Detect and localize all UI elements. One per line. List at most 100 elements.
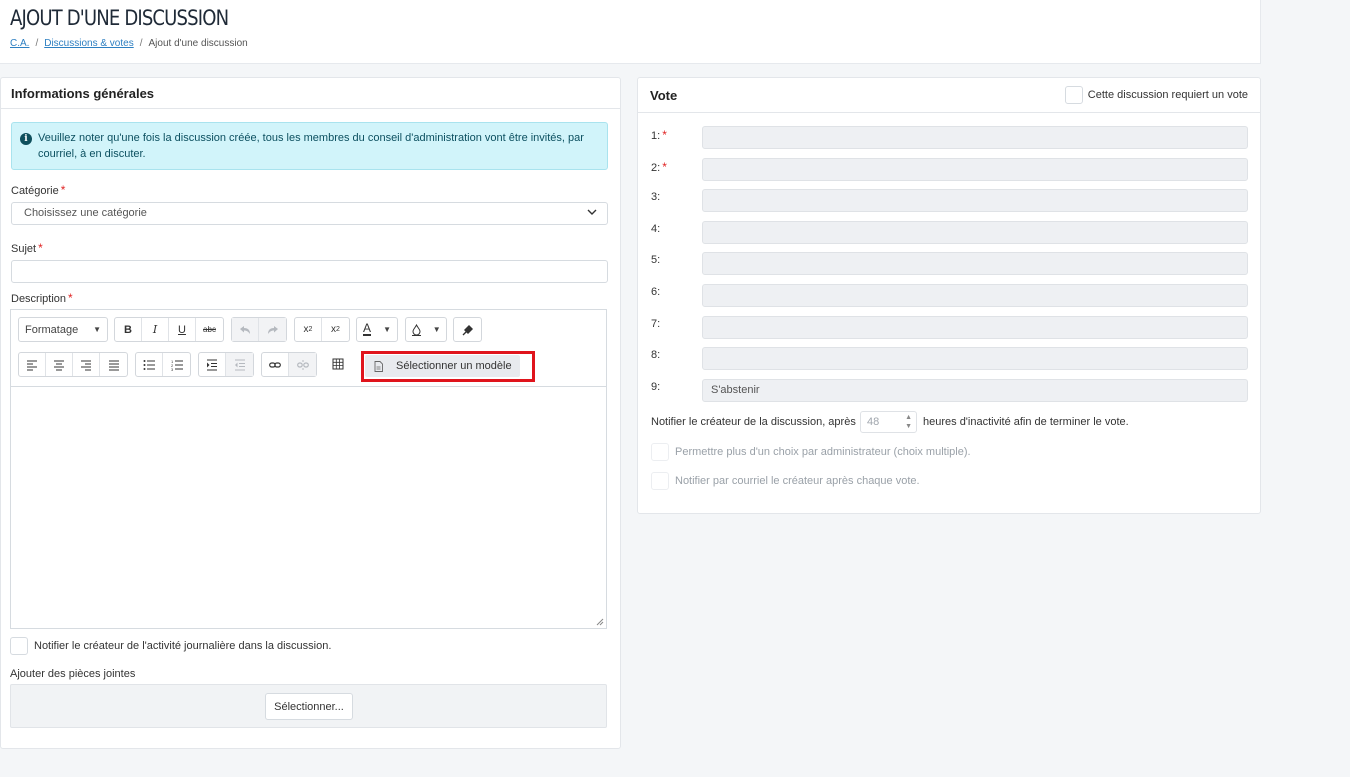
- align-justify-button[interactable]: [100, 353, 127, 376]
- requires-vote-checkbox[interactable]: [1064, 86, 1083, 104]
- caret-down-icon: ▼: [93, 325, 101, 334]
- alignment-group: [18, 352, 128, 377]
- numbered-list-icon: 123: [171, 359, 183, 371]
- eraser-icon: [462, 324, 473, 335]
- caret-down-icon: ▼: [432, 325, 441, 334]
- vote-option-input[interactable]: [702, 347, 1248, 371]
- subject-input[interactable]: [11, 260, 608, 283]
- link-group: [261, 352, 317, 377]
- breadcrumb-link-ca[interactable]: C.A.: [10, 38, 29, 49]
- insert-table-button[interactable]: [324, 352, 351, 375]
- list-group: 123: [135, 352, 191, 377]
- inactivity-hours-stepper[interactable]: 48 ▲ ▼: [860, 411, 917, 433]
- multiple-choice-checkbox[interactable]: [651, 443, 669, 461]
- category-select-value: Choisissez une catégorie: [24, 207, 147, 219]
- color-drop-icon: [412, 323, 422, 336]
- subscript-button[interactable]: x2: [295, 318, 322, 341]
- bullet-list-button[interactable]: [136, 353, 163, 376]
- script-group: x2 x2: [294, 317, 350, 342]
- vote-option-number-text: 2:: [651, 161, 661, 174]
- indent-button[interactable]: [199, 353, 226, 376]
- align-center-icon: [54, 360, 64, 370]
- subject-label: Sujet *: [11, 241, 43, 255]
- superscript-button[interactable]: x2: [322, 318, 349, 341]
- underline-button[interactable]: U: [169, 318, 196, 341]
- table-group: [324, 352, 351, 377]
- required-mark: *: [38, 241, 43, 255]
- vote-option-input[interactable]: [702, 126, 1248, 149]
- vote-option-number-text: 1:: [651, 130, 661, 142]
- table-icon: [332, 358, 343, 369]
- vote-option-input[interactable]: [702, 157, 1248, 181]
- vote-option-input[interactable]: [702, 220, 1248, 244]
- vote-option-input[interactable]: [702, 284, 1248, 307]
- vote-option-number: 9:: [651, 381, 660, 393]
- requires-vote-toggle[interactable]: Cette discussion requiert un vote: [1064, 86, 1248, 104]
- category-select[interactable]: Choisissez une catégorie: [11, 202, 608, 225]
- indent-icon: [207, 359, 217, 370]
- editor-toolbar: Formatage ▼ B I U abc x2 x2 A ▼ ▼ 1 2 3 …: [11, 310, 606, 387]
- font-color-dropdown[interactable]: A ▼: [356, 317, 398, 342]
- numbered-list-button[interactable]: 123: [163, 353, 190, 376]
- undo-button[interactable]: [232, 318, 259, 341]
- notify-inactivity-after: heures d'inactivité afin de terminer le …: [923, 416, 1129, 428]
- vote-option-number: 7:: [651, 318, 660, 330]
- clear-format-button[interactable]: [454, 318, 481, 341]
- format-dropdown[interactable]: Formatage ▼: [18, 317, 108, 342]
- vote-option-number-text: 6:: [651, 286, 661, 298]
- insert-link-button[interactable]: [262, 353, 289, 376]
- align-left-button[interactable]: [19, 353, 46, 376]
- caret-down-icon: ▼: [383, 325, 391, 334]
- category-label: Catégorie *: [11, 183, 65, 197]
- strikethrough-button[interactable]: abc: [196, 318, 223, 341]
- select-files-button[interactable]: Sélectionner...: [265, 693, 353, 720]
- vote-option-number-text: 5:: [651, 254, 661, 267]
- align-right-icon: [81, 360, 91, 370]
- unlink-icon: [296, 359, 309, 370]
- info-icon: i: [20, 133, 32, 145]
- vote-option-input[interactable]: [702, 252, 1248, 276]
- vote-option-input[interactable]: S'abstenir: [702, 378, 1248, 402]
- attachments-dropzone[interactable]: Sélectionner...: [10, 684, 607, 728]
- redo-button[interactable]: [259, 318, 286, 341]
- link-icon: [269, 361, 281, 368]
- resize-grip-icon[interactable]: [596, 618, 604, 626]
- page-title: AJOUT D'UNE DISCUSSION: [10, 6, 229, 30]
- breadcrumb: C.A. / Discussions & votes / Ajout d'une dis…: [10, 38, 248, 49]
- vote-option-number: 2: *: [651, 160, 667, 174]
- background-color-dropdown[interactable]: ▼: [405, 317, 447, 342]
- description-editor: Formatage ▼ B I U abc x2 x2 A ▼ ▼ 1 2 3 …: [10, 309, 607, 629]
- vote-option-number: 8:: [651, 349, 660, 361]
- unlink-button[interactable]: [289, 353, 316, 376]
- clear-format-group: [453, 317, 482, 342]
- italic-button[interactable]: I: [142, 318, 169, 341]
- outdent-button[interactable]: [226, 353, 253, 376]
- breadcrumb-separator: /: [139, 38, 143, 49]
- attachments-label: Ajouter des pièces jointes: [10, 668, 136, 680]
- notify-each-vote-checkbox[interactable]: [651, 472, 669, 490]
- align-right-button[interactable]: [73, 353, 100, 376]
- align-center-button[interactable]: [46, 353, 73, 376]
- editor-content-area[interactable]: [11, 387, 606, 628]
- info-alert: i Veuillez noter qu'une fois la discussi…: [11, 122, 608, 170]
- vote-heading: Vote Cette discussion requiert un vote: [638, 78, 1260, 113]
- vote-panel: Vote Cette discussion requiert un vote 1…: [637, 77, 1261, 514]
- general-info-heading: Informations générales: [1, 78, 620, 109]
- required-mark: *: [662, 128, 667, 142]
- required-mark: *: [68, 291, 73, 305]
- vote-option-input[interactable]: [702, 189, 1248, 213]
- vote-option-number-text: 7:: [651, 317, 661, 330]
- stepper-arrows-icon[interactable]: ▲ ▼: [905, 413, 912, 431]
- breadcrumb-link-discussions[interactable]: Discussions & votes: [44, 38, 133, 49]
- vote-option-number-text: 4:: [651, 222, 661, 235]
- notify-inactivity-before: Notifier le créateur de la discussion, a…: [651, 416, 856, 428]
- undo-icon: [240, 325, 250, 334]
- bold-button[interactable]: B: [115, 318, 142, 341]
- vote-option-input[interactable]: [702, 315, 1248, 339]
- description-label-text: Description: [11, 293, 67, 305]
- panel-title: Informations générales: [11, 85, 155, 101]
- notify-daily-checkbox[interactable]: [10, 637, 28, 655]
- requires-vote-label: Cette discussion requiert un vote: [1087, 89, 1248, 101]
- text-style-group: B I U abc: [114, 317, 224, 342]
- category-label-text: Catégorie: [11, 185, 59, 197]
